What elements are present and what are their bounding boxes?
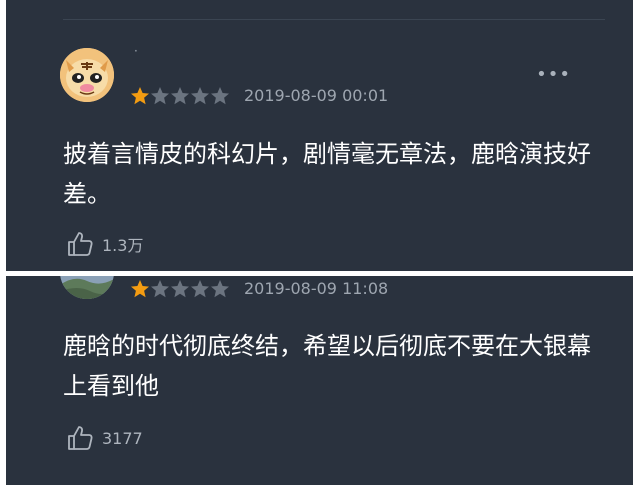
username[interactable]: ·	[134, 44, 138, 58]
star-filled-icon	[131, 87, 149, 105]
thumbs-up-icon	[68, 232, 93, 256]
divider	[63, 19, 605, 20]
star-empty-icon	[151, 280, 169, 298]
like-count: 3177	[102, 428, 143, 448]
tiger-avatar-icon	[60, 48, 114, 102]
rating-stars	[130, 86, 230, 106]
star-empty-icon	[151, 87, 169, 105]
thumbs-up-icon	[68, 426, 93, 450]
star-empty-icon	[211, 280, 229, 298]
avatar[interactable]	[60, 276, 114, 299]
star-filled-icon	[131, 280, 149, 298]
star-empty-icon	[171, 280, 189, 298]
comment-card: 2019-08-09 11:08 鹿晗的时代彻底终结，希望以后彻底不要在大银幕上…	[6, 276, 633, 485]
landscape-avatar-icon	[60, 276, 114, 299]
comment-text: 披着言情皮的科幻片，剧情毫无章法，鹿晗演技好差。	[63, 140, 591, 208]
comment-date: 2019-08-09 00:01	[244, 86, 389, 105]
star-empty-icon	[191, 280, 209, 298]
comment-text: 鹿晗的时代彻底终结，希望以后彻底不要在大银幕上看到他	[63, 332, 591, 400]
comment-date: 2019-08-09 11:08	[244, 279, 389, 298]
star-empty-icon	[211, 87, 229, 105]
star-empty-icon	[191, 87, 209, 105]
rating-stars	[130, 279, 230, 299]
like-button[interactable]: 3177	[66, 424, 143, 452]
star-empty-icon	[171, 87, 189, 105]
like-button[interactable]: 1.3万	[66, 230, 143, 258]
like-count: 1.3万	[102, 236, 144, 255]
avatar[interactable]	[60, 48, 114, 102]
more-icon[interactable]: •••	[536, 64, 571, 85]
comment-card: · 2019-08-09 00:01 ••• 披着言情皮的科幻片，剧情毫无章法，…	[6, 0, 633, 271]
